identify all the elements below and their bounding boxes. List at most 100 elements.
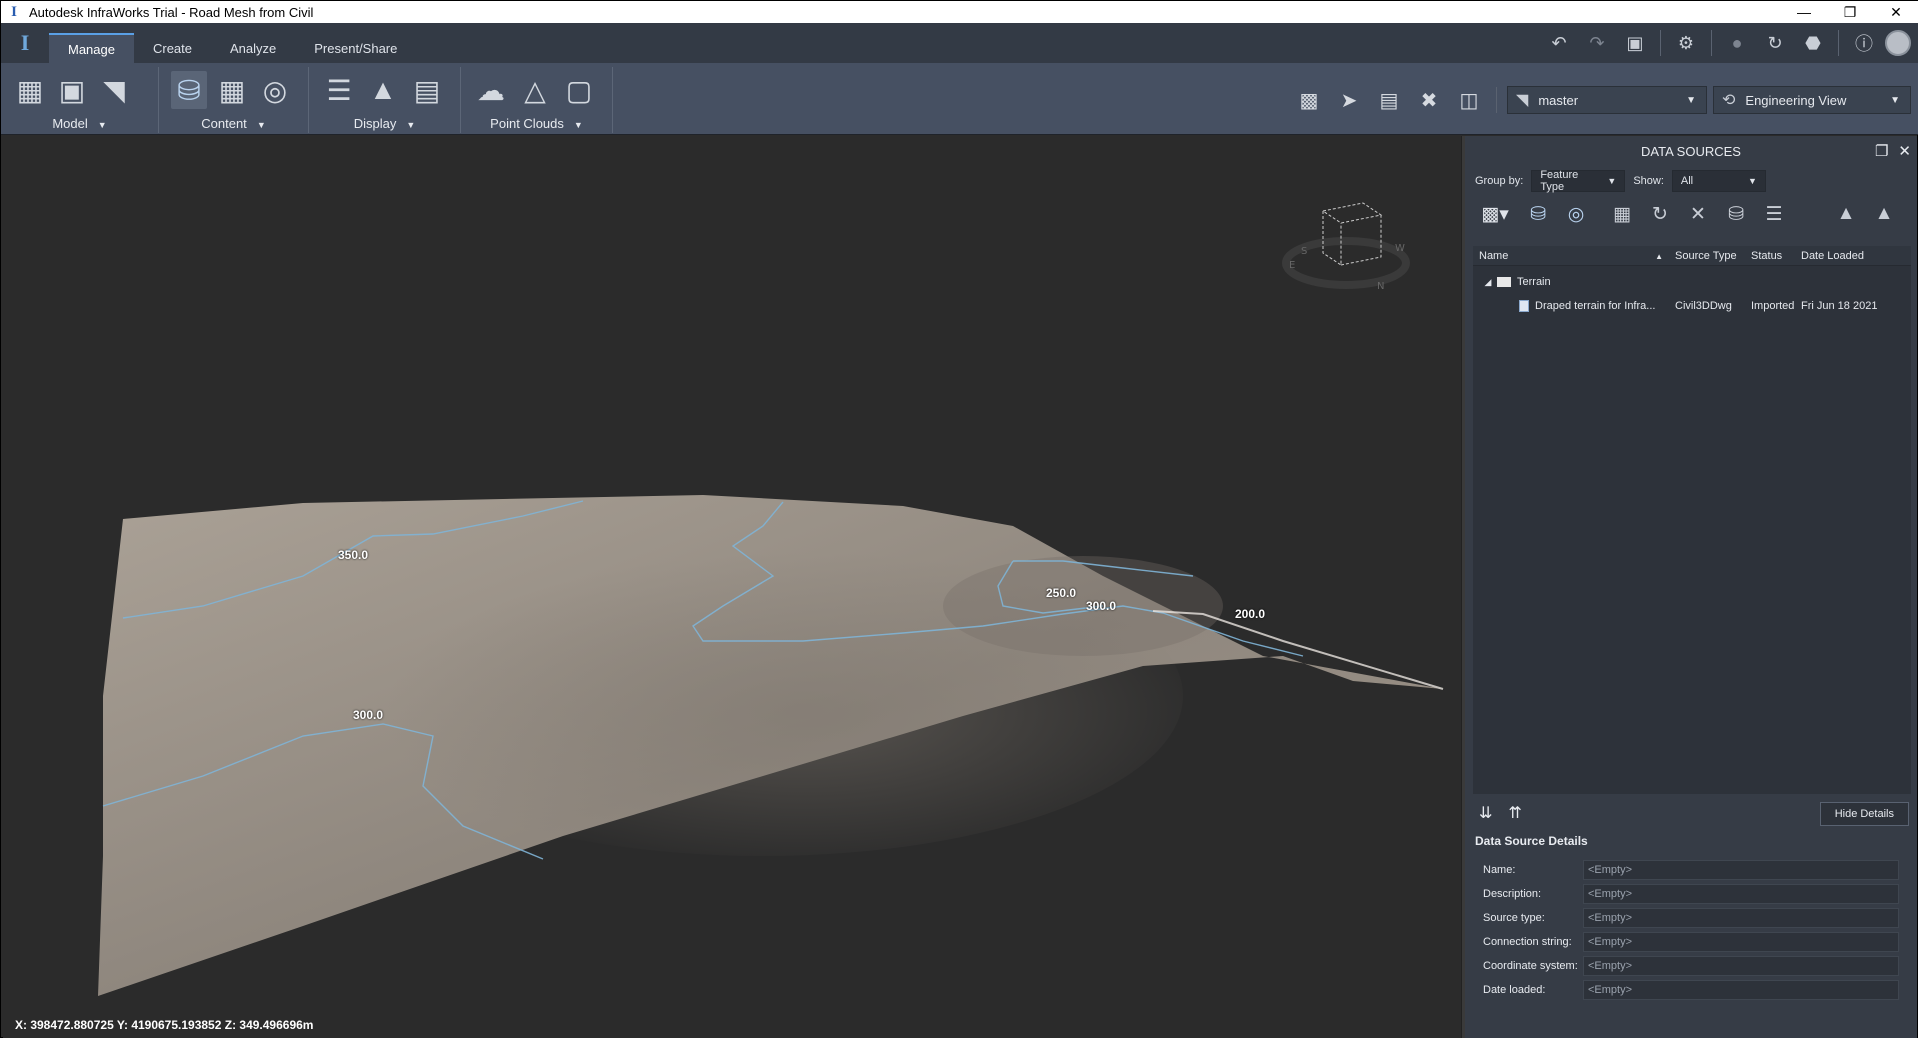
- building-icon[interactable]: ▦: [215, 71, 249, 109]
- add-file-data-source-icon[interactable]: ▩▾: [1473, 199, 1517, 229]
- collapse-up-icon[interactable]: ⇈: [1508, 803, 1521, 823]
- add-database-icon[interactable]: ⛁: [1521, 199, 1555, 229]
- tab-manage[interactable]: Manage: [49, 33, 134, 63]
- model-panel-dropdown[interactable]: Model ▼: [1, 116, 158, 131]
- point-cloud-terrain-icon[interactable]: △: [517, 71, 553, 109]
- window-title: Autodesk InfraWorks Trial - Road Mesh fr…: [29, 4, 314, 20]
- shapes-icon[interactable]: ▲: [1829, 199, 1863, 229]
- point-cloud-icon[interactable]: ☁: [473, 71, 509, 109]
- point-clouds-panel-dropdown[interactable]: Point Clouds ▼: [461, 116, 612, 131]
- detail-date-loaded-field[interactable]: <Empty>: [1583, 980, 1899, 1000]
- detail-date-loaded-row: Date loaded: <Empty>: [1465, 978, 1917, 1002]
- chevron-down-icon: ▼: [1747, 176, 1757, 186]
- close-icon[interactable]: ✕: [1898, 142, 1911, 160]
- style-list-icon[interactable]: ▤: [409, 71, 445, 109]
- ribbon-tab-bar: I Manage Create Analyze Present/Share ↶ …: [1, 23, 1918, 63]
- tab-analyze[interactable]: Analyze: [211, 33, 295, 63]
- detail-description-field[interactable]: <Empty>: [1583, 884, 1899, 904]
- detail-source-type-field[interactable]: <Empty>: [1583, 908, 1899, 928]
- connect-web-icon[interactable]: ◎: [1559, 199, 1593, 229]
- group-by-label: Group by:: [1475, 175, 1524, 187]
- terrain-mountain-icon[interactable]: ▲: [365, 71, 401, 109]
- minimize-button[interactable]: —: [1781, 1, 1827, 23]
- contour-label: 300.0: [353, 708, 384, 722]
- 3d-viewport[interactable]: 350.0 300.0 250.0 300.0 200.0 E S N W X:…: [3, 136, 1461, 1038]
- view-cube-icon[interactable]: E S N W: [1281, 191, 1411, 291]
- configure-icon[interactable]: ▦: [1605, 199, 1639, 229]
- details-title: Data Source Details: [1475, 834, 1588, 848]
- proposal-dropdown[interactable]: ◥ master ▼: [1507, 86, 1707, 114]
- remove-icon[interactable]: ✕: [1681, 199, 1715, 229]
- model-sketch-icon[interactable]: ◥: [97, 71, 131, 109]
- quick-access-toolbar: ↶ ↷ ▣ ⚙ ● ↻ ⬣ ⓘ: [1542, 23, 1911, 63]
- sync-icon[interactable]: ↻: [1758, 26, 1792, 60]
- table-row[interactable]: Draped terrain for Infra... Civil3DDwg I…: [1473, 294, 1911, 318]
- settings-gear-icon[interactable]: ⚙: [1669, 26, 1703, 60]
- data-sources-panel: DATA SOURCES ❐ ✕ Group by: Feature Type …: [1465, 136, 1917, 1038]
- model-explorer-icon[interactable]: ▣: [55, 71, 89, 109]
- layers-icon[interactable]: ☰: [321, 71, 357, 109]
- show-select[interactable]: All ▼: [1671, 170, 1766, 192]
- globe-icon[interactable]: ●: [1720, 26, 1754, 60]
- refresh-icon[interactable]: ↻: [1643, 199, 1677, 229]
- detail-coordinate-system-field[interactable]: <Empty>: [1583, 956, 1899, 976]
- view-settings-icon[interactable]: ▩: [1292, 85, 1326, 115]
- column-source-type[interactable]: Source Type: [1669, 250, 1745, 262]
- tab-create[interactable]: Create: [134, 33, 211, 63]
- title-bar: I Autodesk InfraWorks Trial - Road Mesh …: [1, 1, 1918, 23]
- help-icon[interactable]: ⓘ: [1847, 26, 1881, 60]
- redo-icon[interactable]: ↷: [1580, 26, 1614, 60]
- user-avatar[interactable]: [1885, 30, 1911, 56]
- shapes-export-icon[interactable]: ▲: [1867, 199, 1901, 229]
- split-view-icon[interactable]: ◫: [1452, 85, 1486, 115]
- tree-folder-terrain[interactable]: ◢ Terrain: [1473, 270, 1911, 294]
- stack-layers-icon[interactable]: ☰: [1757, 199, 1791, 229]
- detail-coordinate-system-row: Coordinate system: <Empty>: [1465, 954, 1917, 978]
- contour-label: 300.0: [1086, 599, 1117, 613]
- filter-bar: Group by: Feature Type ▼ Show: All ▼: [1465, 166, 1917, 196]
- restore-button[interactable]: ❐: [1827, 1, 1873, 23]
- compass-s-label: S: [1301, 246, 1307, 257]
- row-date-loaded: Fri Jun 18 2021: [1801, 300, 1878, 312]
- data-sources-toolbar: ▩▾ ⛁ ◎ ▦ ↻ ✕ ⛁ ☰ ▲ ▲: [1465, 196, 1917, 232]
- tools-cross-icon[interactable]: ✖: [1412, 85, 1446, 115]
- fit-view-icon[interactable]: ▣: [1618, 26, 1652, 60]
- detail-connection-string-field[interactable]: <Empty>: [1583, 932, 1899, 952]
- hide-details-button[interactable]: Hide Details: [1819, 802, 1909, 826]
- details-bar: ⇊ ⇈ Hide Details: [1465, 796, 1917, 830]
- column-status[interactable]: Status: [1745, 250, 1795, 262]
- expand-caret-icon[interactable]: ◢: [1479, 277, 1497, 288]
- list-header: Name ▲ Source Type Status Date Loaded: [1473, 246, 1911, 266]
- column-date-loaded[interactable]: Date Loaded: [1795, 250, 1905, 262]
- separator: [1660, 30, 1661, 56]
- detail-description-row: Description: <Empty>: [1465, 882, 1917, 906]
- database-info-icon[interactable]: ⛁: [1719, 199, 1753, 229]
- contour-label: 250.0: [1046, 586, 1077, 600]
- chevron-down-icon: ▼: [1686, 94, 1696, 106]
- close-window-button[interactable]: ✕: [1873, 1, 1918, 23]
- expand-down-icon[interactable]: ⇊: [1479, 803, 1492, 823]
- row-name: Draped terrain for Infra...: [1535, 300, 1656, 312]
- model-properties-icon[interactable]: ▦: [13, 71, 47, 109]
- measure-icon[interactable]: ▤: [1372, 85, 1406, 115]
- content-panel-dropdown[interactable]: Content ▼: [159, 116, 308, 131]
- undock-icon[interactable]: ❐: [1875, 142, 1888, 160]
- select-pointer-icon[interactable]: ➤: [1332, 85, 1366, 115]
- panel-title: DATA SOURCES: [1641, 143, 1741, 159]
- detail-name-field[interactable]: <Empty>: [1583, 860, 1899, 880]
- contour-label: 350.0: [338, 548, 369, 562]
- detail-name-row: Name: <Empty>: [1465, 858, 1917, 882]
- proposal-icon: ◥: [1516, 92, 1529, 109]
- model-cube-icon[interactable]: ⬣: [1796, 26, 1830, 60]
- display-panel-dropdown[interactable]: Display ▼: [309, 116, 460, 131]
- group-by-select[interactable]: Feature Type ▼: [1531, 169, 1626, 193]
- separator: [1496, 87, 1497, 113]
- point-cloud-slice-icon[interactable]: ▢: [561, 71, 597, 109]
- globe-network-icon[interactable]: ◎: [257, 71, 293, 109]
- undo-icon[interactable]: ↶: [1542, 26, 1576, 60]
- data-sources-icon[interactable]: ⛁: [171, 71, 207, 109]
- column-name[interactable]: Name ▲: [1473, 250, 1669, 262]
- view-mode-dropdown[interactable]: ⟲ Engineering View ▼: [1713, 86, 1911, 114]
- infraworks-menu-icon[interactable]: I: [1, 23, 49, 63]
- tab-present-share[interactable]: Present/Share: [295, 33, 416, 63]
